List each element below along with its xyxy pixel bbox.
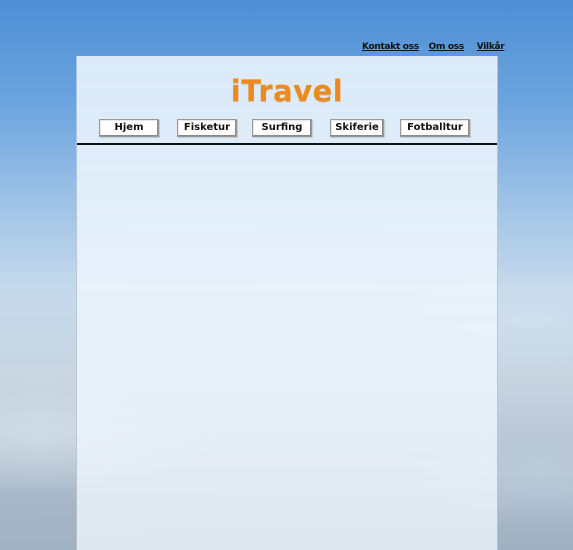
nav-surfing-button[interactable]: Surfing — [252, 119, 312, 137]
main-nav: Hjem Fisketur Surfing Skiferie Fotballtu… — [99, 119, 473, 137]
header-divider — [77, 143, 497, 145]
contact-link[interactable]: Kontakt oss — [362, 42, 419, 52]
terms-link[interactable]: Vilkår — [477, 42, 505, 52]
content-panel: iTravel Hjem Fisketur Surfing Skiferie F… — [76, 56, 498, 550]
nav-football-button[interactable]: Fotballtur — [400, 119, 470, 137]
nav-ski-button[interactable]: Skiferie — [330, 119, 384, 137]
nav-home-button[interactable]: Hjem — [99, 119, 159, 137]
nav-fishing-button[interactable]: Fisketur — [177, 119, 237, 137]
site-logo[interactable]: iTravel — [77, 74, 497, 108]
about-link[interactable]: Om oss — [429, 42, 465, 52]
top-links: Kontakt oss Om oss Vilkår — [362, 42, 505, 52]
